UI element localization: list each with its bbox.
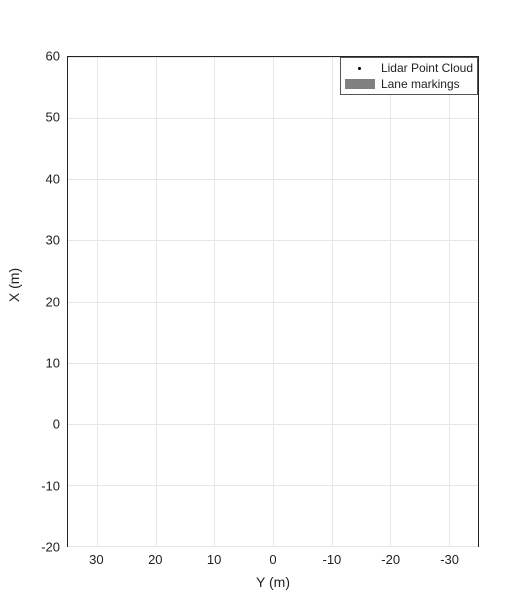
legend-entry[interactable]: Lidar Point Cloud [345, 60, 473, 76]
y-tick-label: 30 [20, 233, 60, 248]
x-tick-label: -30 [440, 552, 459, 567]
grid-line [68, 424, 478, 425]
x-tick-label: 10 [207, 552, 221, 567]
x-tick-label: 20 [148, 552, 162, 567]
grid-line [68, 485, 478, 486]
y-tick-label: 50 [20, 110, 60, 125]
legend-marker-dot [345, 61, 375, 75]
grid-line [68, 363, 478, 364]
x-tick-label: -20 [381, 552, 400, 567]
legend[interactable]: Lidar Point Cloud Lane markings [340, 57, 478, 95]
legend-marker-bar [345, 77, 375, 91]
x-tick-label: 0 [269, 552, 276, 567]
grid-line [68, 179, 478, 180]
grid-line [68, 240, 478, 241]
plot-area[interactable] [67, 56, 479, 547]
figure: 30 20 10 0 -10 -20 -30 -20 -10 0 10 20 3… [0, 0, 512, 614]
y-tick-label: 60 [20, 49, 60, 64]
y-tick-label: 10 [20, 355, 60, 370]
y-tick-label: -10 [20, 478, 60, 493]
y-tick-label: 0 [20, 417, 60, 432]
legend-entry[interactable]: Lane markings [345, 76, 473, 92]
legend-label: Lidar Point Cloud [381, 61, 473, 75]
y-tick-label: 20 [20, 294, 60, 309]
y-tick-label: -20 [20, 540, 60, 555]
grid-line [68, 118, 478, 119]
x-tick-label: 30 [89, 552, 103, 567]
x-axis-label: Y (m) [67, 574, 479, 590]
legend-label: Lane markings [381, 77, 460, 91]
y-tick-label: 40 [20, 171, 60, 186]
grid-line [68, 546, 478, 547]
grid-line [68, 302, 478, 303]
x-tick-label: -10 [322, 552, 341, 567]
y-axis-label: X (m) [6, 255, 22, 315]
